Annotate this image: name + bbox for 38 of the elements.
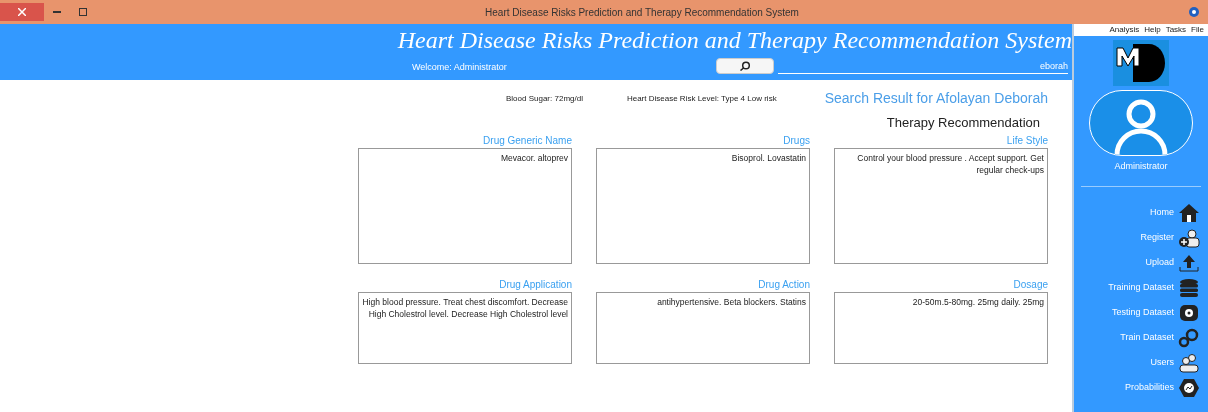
field-label: Drug Generic Name (483, 133, 572, 148)
field-label: Dosage (1013, 277, 1048, 292)
close-button[interactable] (0, 3, 44, 21)
section-title: Therapy Recommendation (886, 114, 1040, 132)
database-icon (1178, 277, 1200, 298)
menu-item[interactable]: Analysis (1109, 26, 1140, 34)
field-text-area[interactable]: Mevacor. altoprev (358, 147, 572, 264)
blood-sugar: Blood Sugar: 72mg/dl (506, 92, 583, 105)
field-label: Drug Action (758, 277, 810, 292)
house-icon (1178, 202, 1200, 223)
user-name: Administrator (1114, 160, 1168, 173)
search-icon (739, 61, 751, 71)
field-text-area[interactable]: High blood pressure. Treat chest discomfort. Decrease High Cholestrol level. Decrease High Cholestrol level (358, 291, 572, 364)
field-label: Drug Application (499, 277, 572, 292)
risk-level: Heart Disease Risk Level: Type 4 Low risk (626, 92, 777, 105)
logo (1113, 40, 1169, 86)
field-text-area[interactable]: Control your blood pressure . Accept support. Get regular check-ups (834, 147, 1048, 264)
field-label: Drugs (783, 133, 810, 148)
field-text-area[interactable]: antihypertensive. Beta blockers. Statins (596, 291, 810, 364)
minimize-icon (53, 11, 61, 13)
close-icon (18, 8, 26, 16)
search-button[interactable] (716, 58, 774, 74)
user-add-icon (1178, 227, 1200, 248)
menu-item[interactable]: Tasks (1165, 26, 1187, 34)
field-text-area[interactable]: Bisoprol. Lovastatin (596, 147, 810, 264)
welcome-text: Welcome: Administrator (412, 60, 508, 74)
app-icon (1188, 6, 1200, 18)
users-icon (1178, 352, 1200, 373)
gears-icon (1178, 327, 1200, 348)
menu-item[interactable]: Help (1144, 26, 1161, 34)
field-label: Life Style (1006, 133, 1048, 148)
chart-hexagon-icon (1178, 377, 1200, 398)
result-title: Search Result for Afolayan Deborah (824, 89, 1048, 108)
window-title: Heart Disease Risks Prediction and Therapy Recommendation System (484, 5, 800, 20)
app-title: Heart Disease Risks Prediction and Therapy Recommendation System (397, 26, 1072, 54)
maximize-icon (79, 8, 87, 16)
menu-item[interactable]: File (1191, 26, 1204, 34)
field-text-area[interactable]: 20-50m.5-80mg. 25mg daily. 25mg (834, 291, 1048, 364)
